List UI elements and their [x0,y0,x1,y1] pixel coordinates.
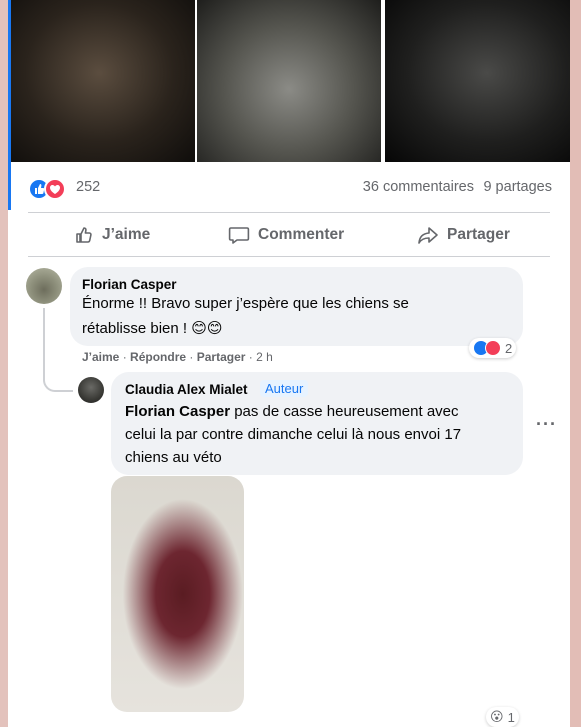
reply-author[interactable]: Claudia Alex Mialet [125,382,248,397]
shares-count[interactable]: 9 partages [483,179,552,195]
comment-reaction-count: 2 [505,340,513,356]
stats-divider [28,212,550,213]
post-photo-3[interactable] [385,0,570,162]
avatar[interactable] [78,377,104,403]
reaction-count[interactable]: 252 [76,179,100,195]
comment-reply-link[interactable]: Répondre [130,350,186,364]
comment-reactions[interactable]: 2 [469,338,517,358]
post-photo-1[interactable] [11,0,195,162]
avatar[interactable] [26,268,62,304]
reply-reaction-count: 1 [507,709,515,725]
comments-count[interactable]: 36 commentaires [363,179,474,195]
share-arrow-icon [418,227,438,244]
reply-photo[interactable] [111,476,244,712]
comment-icon [228,227,250,244]
post-photo-2[interactable] [197,0,381,162]
author-badge: Auteur [260,380,309,397]
page-background-strip [570,0,581,727]
comment-time[interactable]: 2 h [256,350,273,364]
comment-text-line: Énorme !! Bravo super j’espère que les c… [82,295,409,312]
reply-mention[interactable]: Florian Casper [125,403,230,420]
like-button[interactable]: J’aime [74,222,150,248]
comment-author[interactable]: Florian Casper [82,277,177,292]
love-reaction-icon [44,178,66,200]
love-reaction-icon [485,340,501,356]
comment-meta: J’aime · Répondre · Partager · 2 h [82,350,273,364]
reply-text-line: Florian Casper pas de casse heureusement… [125,403,459,420]
wow-reaction-icon: 😮 [490,709,504,724]
share-button[interactable]: Partager [417,222,510,248]
post-stats: 252 36 commentaires 9 partages [8,170,570,204]
post-card: 252 36 commentaires 9 partages J’aime Co… [8,0,570,727]
comment-button[interactable]: Commenter [228,222,344,248]
reply-text-line: celui la par contre dimanche celui là no… [125,426,462,443]
comment-share-link[interactable]: Partager [197,350,246,364]
like-button-label: J’aime [102,226,151,243]
comment-text-line: rétablisse bien ! 😊😊 [82,320,223,337]
reply-thread-line [43,308,73,392]
thumbs-up-icon [76,227,92,243]
reply-reactions[interactable]: 😮 1 [486,707,519,727]
reply-text-line: chiens au véto [125,449,222,466]
reaction-icons[interactable] [28,176,72,200]
share-button-label: Partager [447,226,510,243]
comment-button-label: Commenter [258,226,345,243]
actions-divider [28,256,550,257]
comment-like-link[interactable]: J’aime [82,350,119,364]
more-options-icon[interactable]: ··· [536,414,557,435]
